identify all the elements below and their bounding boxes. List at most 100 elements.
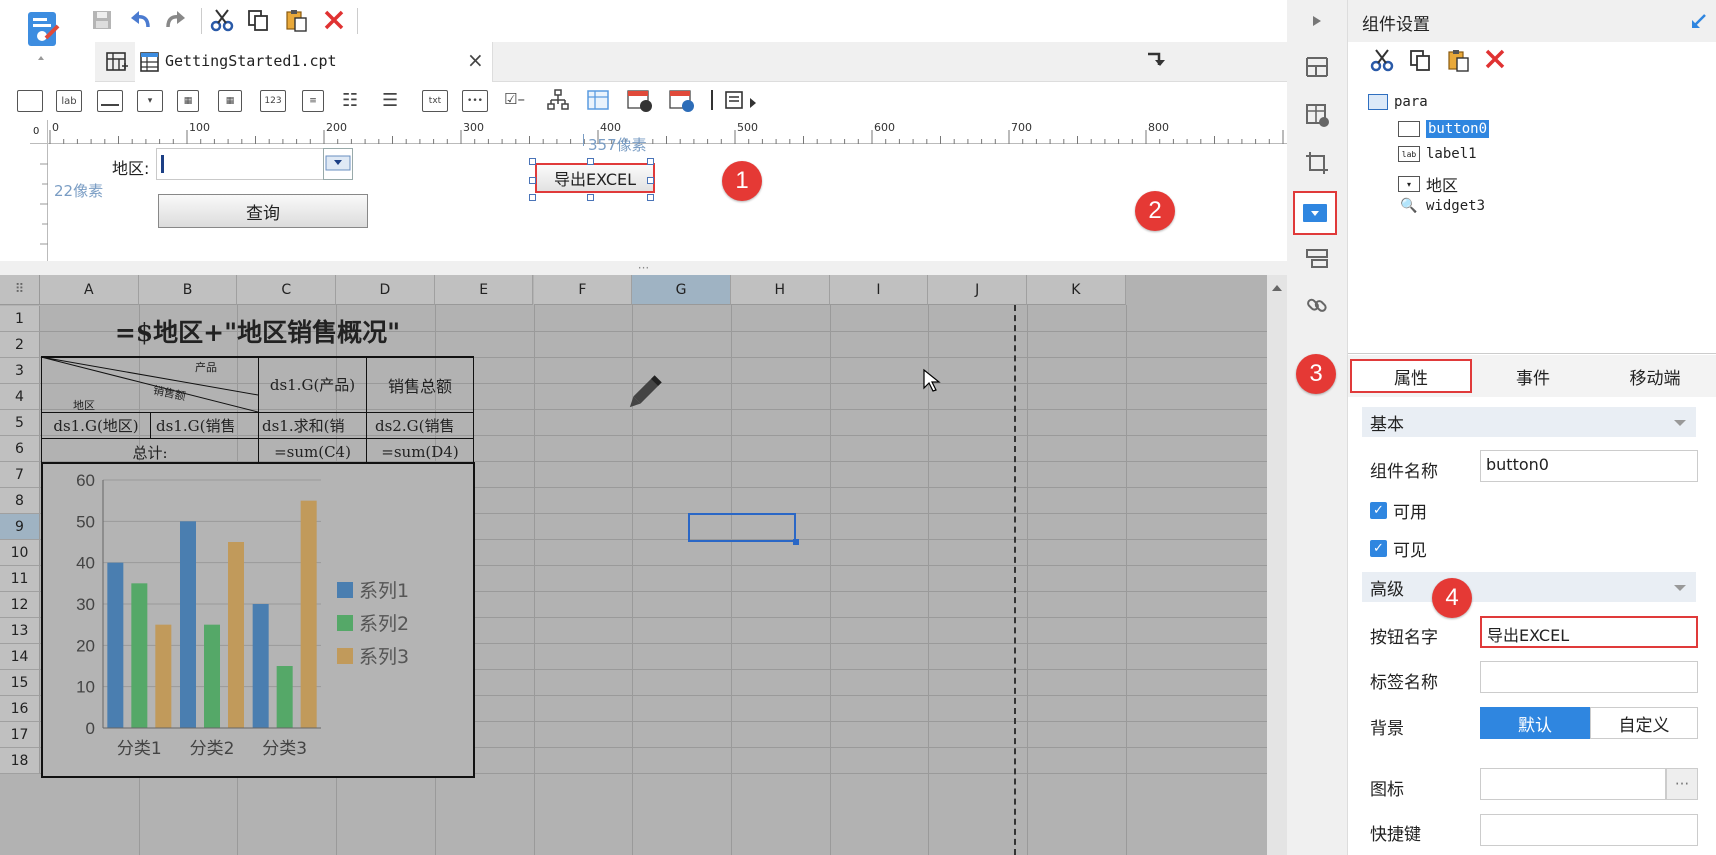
row-header-16[interactable]: 16	[0, 696, 40, 722]
cell-b4[interactable]: ds1.G(销售	[151, 413, 258, 438]
widget-time-icon[interactable]	[668, 87, 696, 113]
row-header-7[interactable]: 7	[0, 462, 40, 488]
widget-tree-combo-icon[interactable]	[586, 88, 610, 112]
tab-menu-icon[interactable]	[1145, 50, 1167, 70]
row-header-15[interactable]: 15	[0, 670, 40, 696]
region-input[interactable]	[156, 148, 334, 180]
tab-gettingstarted1[interactable]: GettingStarted1.cpt ×	[135, 42, 493, 82]
column-header-k[interactable]: K	[1027, 275, 1126, 305]
layout-icon[interactable]	[1302, 52, 1332, 82]
resize-handle[interactable]	[529, 194, 536, 201]
widget-checkbox-icon[interactable]: ☑–	[504, 90, 525, 108]
select-all-corner[interactable]: ⠿	[0, 275, 40, 305]
cell-d4[interactable]: ds2.G(销售	[367, 413, 473, 438]
resize-handle[interactable]	[587, 158, 594, 165]
resize-handle[interactable]	[587, 194, 594, 201]
icon-input[interactable]	[1480, 768, 1666, 800]
pane-splitter[interactable]: ···	[0, 261, 1287, 275]
tree-paste-icon[interactable]	[1446, 48, 1470, 72]
tree-node-widget3[interactable]: 🔍 widget3	[1398, 198, 1485, 214]
cell-c3[interactable]: ds1.G(产品)	[259, 357, 366, 412]
scroll-up-icon[interactable]	[1272, 285, 1282, 291]
row-header-4[interactable]: 4	[0, 384, 40, 410]
widget-textarea-icon[interactable]: ≡	[302, 90, 324, 112]
fill-handle[interactable]	[793, 539, 799, 545]
resize-handle[interactable]	[647, 177, 654, 184]
column-header-i[interactable]: I	[829, 275, 929, 305]
row-header-17[interactable]: 17	[0, 722, 40, 748]
widget-settings-tab[interactable]	[1293, 191, 1337, 235]
bg-custom-button[interactable]: 自定义	[1590, 707, 1698, 739]
enabled-checkbox[interactable]: ✓ 可用	[1370, 498, 1427, 523]
tree-delete-icon[interactable]	[1484, 48, 1506, 72]
row-header-11[interactable]: 11	[0, 566, 40, 592]
row-header-12[interactable]: 12	[0, 592, 40, 618]
button-name-input[interactable]: 导出EXCEL	[1480, 616, 1698, 648]
save-icon[interactable]	[88, 6, 116, 34]
form-list-icon[interactable]	[1302, 244, 1332, 274]
tree-node-para[interactable]: para	[1368, 94, 1428, 110]
widget-tree-icon[interactable]	[546, 88, 570, 112]
resize-handle[interactable]	[529, 158, 536, 165]
widget-textbox-icon[interactable]	[97, 90, 123, 112]
undo-icon[interactable]	[126, 6, 154, 34]
resize-handle[interactable]	[647, 158, 654, 165]
row-header-1[interactable]: 1	[0, 306, 40, 332]
cell-c4[interactable]: ds1.求和(销	[259, 413, 366, 438]
basic-section-header[interactable]: 基本	[1362, 407, 1696, 437]
shortcut-input[interactable]	[1480, 814, 1698, 846]
widget-date-range-icon[interactable]	[626, 87, 654, 113]
row-header-5[interactable]: 5	[0, 410, 40, 436]
tree-node-label1[interactable]: lab label1	[1398, 146, 1477, 162]
vertical-scrollbar[interactable]	[1267, 275, 1287, 855]
widget-more-icon[interactable]	[724, 88, 758, 114]
widget-label-icon[interactable]: lab	[56, 90, 82, 112]
tree-node-button0[interactable]: button0	[1398, 120, 1490, 138]
column-header-j[interactable]: J	[928, 275, 1027, 305]
dock-arrow-icon[interactable]	[1690, 12, 1708, 30]
row-header-6[interactable]: 6	[0, 436, 40, 462]
column-header-a[interactable]: A	[40, 275, 139, 305]
collapse-arrow-icon[interactable]	[1302, 6, 1332, 36]
row-header-8[interactable]: 8	[0, 488, 40, 514]
widget-number-icon[interactable]: 123	[260, 90, 286, 112]
widget-text-icon[interactable]: txt	[422, 90, 448, 112]
report-title-cell[interactable]: =$地区+"地区销售概况"	[41, 306, 474, 356]
bg-default-button[interactable]: 默认	[1480, 707, 1590, 739]
cell-d3[interactable]: 销售总额	[367, 357, 473, 412]
icon-browse-button[interactable]: ···	[1666, 768, 1698, 800]
tab-mobile[interactable]: 移动端	[1594, 359, 1716, 393]
tag-name-input[interactable]	[1480, 661, 1698, 693]
row-header-18[interactable]: 18	[0, 748, 40, 774]
close-tab-icon[interactable]: ×	[467, 48, 484, 72]
widget-library-icon[interactable]	[1302, 100, 1332, 130]
selected-cell-g9[interactable]	[688, 513, 796, 542]
advanced-section-header[interactable]: 高级	[1362, 572, 1696, 602]
query-button[interactable]: 查询	[158, 194, 368, 228]
cut-icon[interactable]	[208, 6, 236, 34]
tree-copy-icon[interactable]	[1408, 48, 1432, 72]
widget-checkbox-group-icon[interactable]: ☰	[382, 90, 398, 111]
designer-logo-icon[interactable]	[22, 8, 66, 60]
region-dropdown-button[interactable]	[323, 148, 353, 180]
row-header-2[interactable]: 2	[0, 332, 40, 358]
row-header-10[interactable]: 10	[0, 540, 40, 566]
widget-date-icon[interactable]: ▦	[177, 90, 199, 112]
row-header-13[interactable]: 13	[0, 618, 40, 644]
widget-calendar-icon[interactable]: ▦	[218, 90, 242, 112]
column-header-d[interactable]: D	[336, 275, 435, 305]
cell-a4[interactable]: ds1.G(地区)	[42, 413, 150, 438]
resize-handle[interactable]	[647, 194, 654, 201]
spreadsheet-grid[interactable]: ⠿ ABCDEFGHIJK 1 2 3 4 5 6 7 8 9 10 11 12 13 14 15 16 17 1…	[0, 275, 1287, 855]
paste-icon[interactable]	[282, 6, 310, 34]
column-header-h[interactable]: H	[730, 275, 830, 305]
export-excel-button[interactable]: 导出EXCEL	[535, 163, 655, 193]
crop-icon[interactable]	[1302, 148, 1332, 178]
embedded-chart[interactable]: 0 10 20 30 40 50 60 分类1 分类2 分类3 系列1 系列2 系列3	[41, 462, 475, 778]
column-header-g[interactable]: G	[632, 275, 731, 305]
column-header-e[interactable]: E	[434, 275, 534, 305]
new-form-icon[interactable]	[105, 50, 129, 74]
delete-icon[interactable]	[320, 6, 348, 34]
widget-button-icon[interactable]	[17, 90, 43, 112]
row-header-3[interactable]: 3	[0, 358, 40, 384]
